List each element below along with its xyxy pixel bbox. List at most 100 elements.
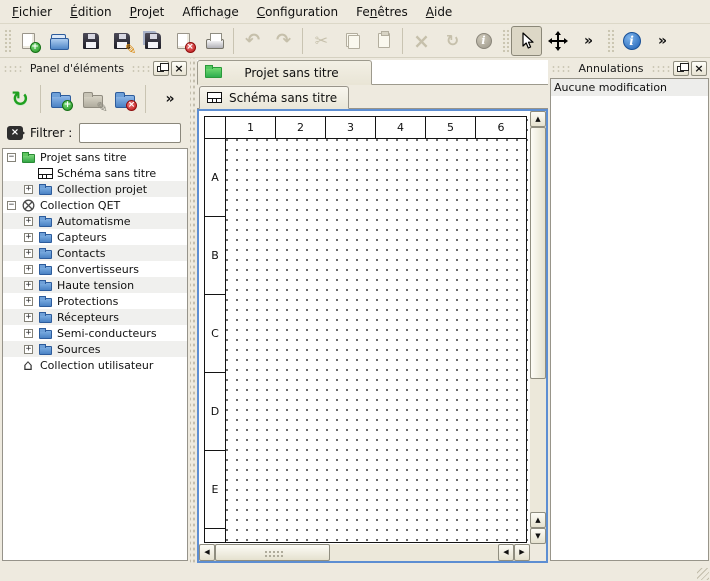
undo-list-item[interactable]: Aucune modification [551,79,708,96]
tree-item-capteurs[interactable]: +Capteurs [3,229,187,245]
tree-item-automatisme[interactable]: +Automatisme [3,213,187,229]
expand-expander-icon[interactable]: + [24,313,33,322]
menu-fenetres[interactable]: Fenêtres [347,0,417,23]
tree-item-collection-projet[interactable]: +Collection projet [3,181,187,197]
reload-icon: ↻ [8,87,32,111]
tree-item-label: Haute tension [57,279,134,292]
expand-expander-icon[interactable]: + [24,233,33,242]
save-as-button[interactable]: ✎ [106,26,137,56]
scroll-left-button[interactable]: ◀ [199,544,215,561]
row-header-A: A [205,139,225,217]
schema-canvas[interactable]: 123456 ABCDE [199,111,530,544]
print-button[interactable] [199,26,230,56]
close-file-button[interactable]: × [168,26,199,56]
tree-item-label: Sources [57,343,101,356]
tree-item-collection-qet[interactable]: − Collection QET [3,197,187,213]
thumb-grip [263,549,283,557]
save-button[interactable] [75,26,106,56]
expand-expander-icon[interactable]: + [24,185,33,194]
tree-item-label: Collection QET [40,199,120,212]
close-panel-button[interactable]: × [691,61,707,76]
close-panel-button[interactable]: × [171,61,187,76]
scroll-right-button[interactable]: ▶ [514,544,530,561]
tree-item-sources[interactable]: + Sources [3,341,187,357]
close-file-icon: × [172,29,196,53]
delete-category-button[interactable]: × [109,83,141,115]
tab-schema[interactable]: Schéma sans titre [199,86,349,109]
tree-item-projet-sans-titre[interactable]: −Projet sans titre [3,149,187,165]
tree-item-convertisseurs[interactable]: +Convertisseurs [3,261,187,277]
new-file-button[interactable]: + [13,26,44,56]
toolbar-separator [40,85,41,113]
float-panel-button[interactable] [153,61,169,76]
toolbar-handle[interactable] [501,28,509,54]
menu-affichage[interactable]: Affichage [173,0,247,23]
panel-overflow-button[interactable]: » [154,83,186,115]
column-header-5: 5 [426,117,476,138]
tools-overflow-button[interactable]: » [573,26,604,56]
scroll-up-button-bottom[interactable]: ▲ [530,512,546,528]
clipboard-shape [378,33,390,48]
close-icon: × [694,63,703,74]
scroll-left-button-right[interactable]: ◀ [498,544,514,561]
open-file-button[interactable] [44,26,75,56]
schema-frame: 123456 ABCDE [204,116,527,543]
expand-expander-icon[interactable]: + [24,329,33,338]
schema-tab-bar: Schéma sans titre [197,85,548,109]
tree-item-collection-utilisateur[interactable]: ⌂Collection utilisateur [3,357,187,373]
toolbar-separator [302,28,303,54]
tab-project[interactable]: Projet sans titre [197,60,372,85]
tree-item-recepteurs[interactable]: +Récepteurs [3,309,187,325]
scroll-up-button[interactable]: ▲ [530,111,546,127]
column-header-2: 2 [276,117,326,138]
expand-expander-icon[interactable]: + [24,297,33,306]
expand-expander-icon[interactable]: + [24,217,33,226]
expand-expander-icon[interactable]: + [24,265,33,274]
tree-item-contacts[interactable]: +Contacts [3,245,187,261]
panel-splitter[interactable] [190,58,197,563]
category-folder-icon [39,298,52,307]
toolbar-handle[interactable] [3,28,11,54]
horizontal-scroll-track[interactable] [330,544,498,561]
qelectrotech-window: FichierÉditionProjetAffichageConfigurati… [0,0,710,581]
undo-history-list: Aucune modification [550,78,709,561]
expand-expander-icon[interactable]: + [24,281,33,290]
filter-label: Filtrer : [30,126,72,140]
element-info-button: i [468,26,499,56]
save-all-button[interactable] [137,26,168,56]
tree-item-schema-sans-titre[interactable]: Schéma sans titre [3,165,187,181]
toolbar-handle[interactable] [606,28,614,54]
expand-expander-icon[interactable]: + [24,249,33,258]
vertical-scroll-track[interactable] [530,379,546,512]
menu-edition[interactable]: Édition [61,0,121,23]
chevron-glyph: » [584,34,593,48]
about-qet-button[interactable]: i [616,26,647,56]
select-mode-button[interactable] [511,26,542,56]
column-header-3: 3 [326,117,376,138]
move-mode-button[interactable] [542,26,573,56]
help-overflow-button[interactable]: » [647,26,678,56]
tree-item-haute-tension[interactable]: + Haute tension [3,277,187,293]
scroll-down-button[interactable]: ▼ [530,528,546,544]
menu-configuration[interactable]: Configuration [248,0,347,23]
info-circle: i [476,33,492,49]
size-grip-icon[interactable] [697,568,709,580]
rotate-icon: ↻ [441,29,465,53]
column-header-row: 123456 [205,117,526,139]
vertical-scroll-thumb[interactable] [530,127,546,379]
expand-expander-icon[interactable]: + [24,345,33,354]
horizontal-scroll-thumb[interactable] [215,544,330,561]
expander-spacer [24,169,33,178]
filter-input[interactable] [79,123,181,143]
tree-item-semi-conducteurs[interactable]: +Semi-conducteurs [3,325,187,341]
reload-collections-button[interactable]: ↻ [4,83,36,115]
menu-fichier[interactable]: Fichier [3,0,61,23]
collapse-expander-icon[interactable]: − [7,201,16,210]
menu-projet[interactable]: Projet [121,0,174,23]
float-panel-button[interactable] [673,61,689,76]
collapse-expander-icon[interactable]: − [7,153,16,162]
clear-filter-button[interactable]: × [7,126,23,140]
new-category-button[interactable]: + [45,83,77,115]
tree-item-protections[interactable]: +Protections [3,293,187,309]
menu-aide[interactable]: Aide [417,0,462,23]
